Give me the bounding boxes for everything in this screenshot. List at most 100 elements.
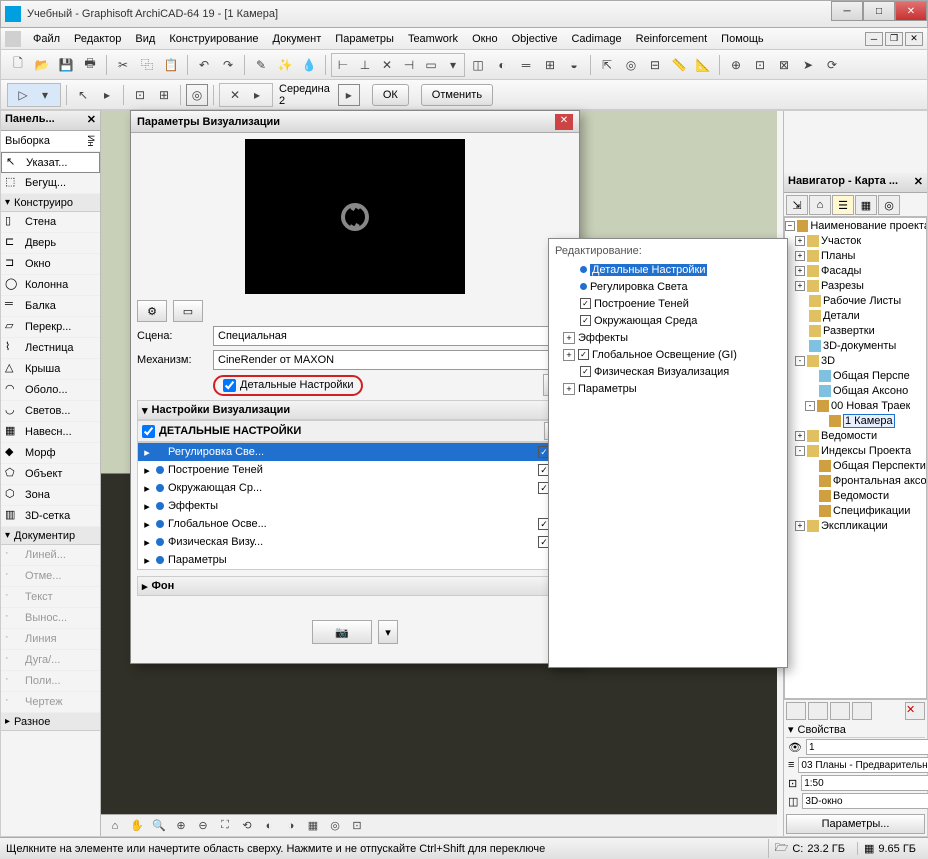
vt-zin-icon[interactable]: ⊕ <box>171 817 191 835</box>
expand-icon[interactable]: + <box>795 266 805 276</box>
expand-icon[interactable]: ▸ <box>142 554 152 567</box>
nb-2-icon[interactable] <box>808 702 828 720</box>
toolbox-marquee[interactable]: ⬚Бегущ... <box>1 173 100 194</box>
menu-window[interactable]: Окно <box>466 31 504 47</box>
setting-row-0[interactable]: ▸Регулировка Све...✓⎘ <box>138 443 572 461</box>
nav-row-11[interactable]: -00 Новая Траек <box>785 398 926 413</box>
cursor-icon[interactable]: ↖ <box>72 84 94 106</box>
expand-icon[interactable]: + <box>795 431 805 441</box>
ok-button[interactable]: ОК <box>372 84 409 106</box>
vt-orbit-icon[interactable]: ⟲ <box>237 817 257 835</box>
wand-icon[interactable]: ✨ <box>274 54 296 76</box>
dialog-titlebar[interactable]: Параметры Визуализации ✕ <box>131 111 579 133</box>
tool-d-icon[interactable]: ⊞ <box>539 54 561 76</box>
tool-c-icon[interactable]: ═ <box>515 54 537 76</box>
expand-icon[interactable]: ▸ <box>142 482 152 495</box>
toolbox-item-2[interactable]: ⊐Окно <box>1 254 100 275</box>
pick-icon[interactable]: ✎ <box>250 54 272 76</box>
checkbox-icon[interactable]: ✓ <box>578 349 589 360</box>
camera-icon-2[interactable]: ⊞ <box>153 84 175 106</box>
nav-tab-1[interactable]: ⇲ <box>786 195 808 215</box>
tool-h-icon[interactable]: ⊟ <box>644 54 666 76</box>
snap-4-icon[interactable]: ⊣ <box>398 54 420 76</box>
new-icon[interactable]: 🗋 <box>7 54 29 76</box>
vt-hand-icon[interactable]: ✋ <box>127 817 147 835</box>
toolbox-item-6[interactable]: ⌇Лестница <box>1 338 100 359</box>
expand-icon[interactable]: ▸ <box>142 464 152 477</box>
expand-icon[interactable]: - <box>795 356 805 366</box>
nav-row-19[interactable]: +Экспликации <box>785 518 926 533</box>
checkbox-icon[interactable]: ✓ <box>580 366 591 377</box>
nav-row-12[interactable]: 1 Камера <box>785 413 926 428</box>
toolbox-doc-item-4[interactable]: ·Линия <box>1 629 100 650</box>
size-button[interactable]: ▭ <box>173 300 203 322</box>
expand-icon[interactable]: + <box>795 251 805 261</box>
capture-drop[interactable]: ▾ <box>378 620 398 644</box>
prop-plan[interactable] <box>798 757 928 773</box>
toolbox-doc-item-2[interactable]: ·Текст <box>1 587 100 608</box>
popup-row-4[interactable]: +Эффекты <box>555 329 781 346</box>
gear-button[interactable]: ⚙ <box>137 300 167 322</box>
toolbox-item-9[interactable]: ◡Светов... <box>1 401 100 422</box>
menu-edit[interactable]: Редактор <box>68 31 127 47</box>
dialog-close-icon[interactable]: ✕ <box>555 114 573 130</box>
popup-row-1[interactable]: Регулировка Света <box>555 278 781 295</box>
toolbox-item-14[interactable]: ▥3D-сетка <box>1 506 100 527</box>
nb-4-icon[interactable] <box>852 702 872 720</box>
expand-icon[interactable]: + <box>563 349 575 361</box>
nav-row-2[interactable]: +Фасады <box>785 263 926 278</box>
navigator-tree[interactable]: −Наименование проекта +Участок+Планы+Фас… <box>784 217 927 699</box>
nav-row-5[interactable]: Детали <box>785 308 926 323</box>
camera-icon-1[interactable]: ⊡ <box>129 84 151 106</box>
nav-row-8[interactable]: -3D <box>785 353 926 368</box>
section-render[interactable]: ▾ Настройки Визуализации <box>137 400 573 420</box>
nav-row-6[interactable]: Развертки <box>785 323 926 338</box>
mdi-restore[interactable]: ❐ <box>885 32 903 46</box>
detail-sub-checkbox[interactable] <box>142 425 155 438</box>
toolbox-item-4[interactable]: ═Балка <box>1 296 100 317</box>
tool-l-icon[interactable]: ➤ <box>797 54 819 76</box>
expand-icon[interactable]: - <box>805 401 815 411</box>
toolbox-item-11[interactable]: ◆Морф <box>1 443 100 464</box>
expand-icon[interactable]: ▸ <box>142 518 152 531</box>
nav-tab-5[interactable]: ◎ <box>878 195 900 215</box>
midpoint-icon[interactable]: ✕ <box>224 84 246 106</box>
menu-view[interactable]: Вид <box>129 31 161 47</box>
checkbox-icon[interactable]: ✓ <box>580 298 591 309</box>
cut-icon[interactable]: ✂ <box>112 54 134 76</box>
cancel-button[interactable]: Отменить <box>421 84 493 106</box>
toolbox-doc-item-7[interactable]: ·Чертеж <box>1 692 100 713</box>
expand-icon[interactable]: - <box>795 446 805 456</box>
open-icon[interactable]: 📂 <box>31 54 53 76</box>
menu-reinforcement[interactable]: Reinforcement <box>630 31 714 47</box>
toolbox-arrow[interactable]: ↖Указат... <box>1 152 100 173</box>
toolbox-item-0[interactable]: ▯Стена <box>1 212 100 233</box>
save-icon[interactable]: 💾 <box>55 54 77 76</box>
popup-row-6[interactable]: ✓Физическая Визуализация <box>555 363 781 380</box>
nav-row-16[interactable]: Фронтальная аксо <box>785 473 926 488</box>
setting-row-4[interactable]: ▸Глобальное Осве...✓⎘ <box>138 515 572 533</box>
expand-icon[interactable]: + <box>563 383 575 395</box>
vt-fit-icon[interactable]: ⛶ <box>215 817 235 835</box>
popup-row-3[interactable]: ✓Окружающая Среда <box>555 312 781 329</box>
nav-row-0[interactable]: +Участок <box>785 233 926 248</box>
minimize-button[interactable]: ─ <box>831 1 863 21</box>
prop-scale[interactable] <box>801 775 928 791</box>
setting-row-5[interactable]: ▸Физическая Визу...✓⎘ <box>138 533 572 551</box>
nav-row-13[interactable]: +Ведомости <box>785 428 926 443</box>
section-background[interactable]: ▸ Фон <box>137 576 573 596</box>
nav-tab-4[interactable]: ▦ <box>855 195 877 215</box>
print-icon[interactable]: 🖶 <box>79 54 101 76</box>
tool-k-icon[interactable]: ⊠ <box>773 54 795 76</box>
capture-button[interactable]: 📷 <box>312 620 372 644</box>
nav-row-3[interactable]: +Разрезы <box>785 278 926 293</box>
maximize-button[interactable]: □ <box>863 1 895 21</box>
popup-row-0[interactable]: Детальные Настройки <box>555 261 781 278</box>
nav-row-1[interactable]: +Планы <box>785 248 926 263</box>
nb-1-icon[interactable] <box>786 702 806 720</box>
setting-row-6[interactable]: ▸Параметры⎘ <box>138 551 572 569</box>
toolbox-doc-item-0[interactable]: ·Линей... <box>1 545 100 566</box>
toolbox-item-12[interactable]: ⬠Объект <box>1 464 100 485</box>
snap-5-icon[interactable]: ▭ <box>420 54 442 76</box>
menu-file[interactable]: Файл <box>27 31 66 47</box>
